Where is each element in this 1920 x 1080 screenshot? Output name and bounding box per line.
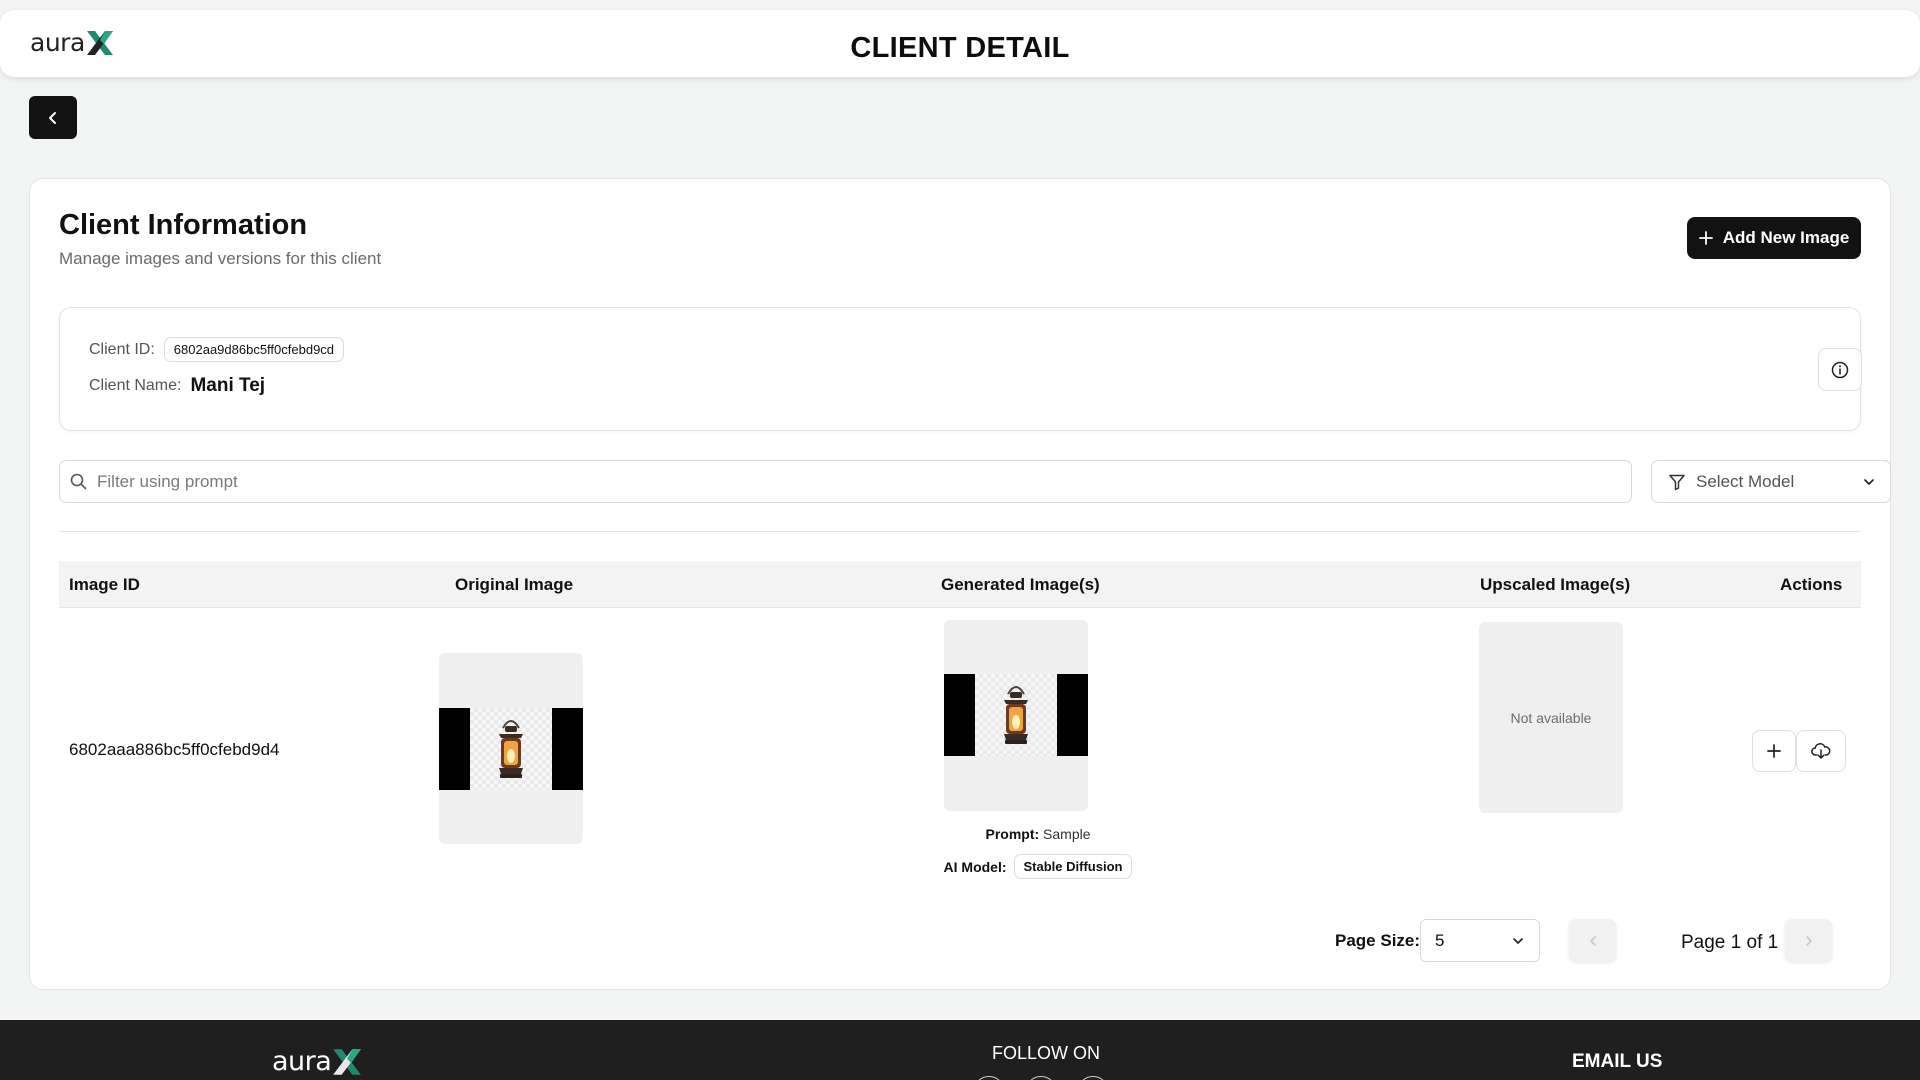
- footer-logo-wordmark: aura: [272, 1046, 332, 1077]
- back-button[interactable]: [29, 96, 77, 139]
- column-header-image-id: Image ID: [69, 575, 140, 594]
- chevron-left-icon: [49, 111, 56, 124]
- email-us-label: EMAIL US: [1572, 1051, 1663, 1072]
- social-icon[interactable]: [1077, 1076, 1109, 1080]
- social-icon[interactable]: [973, 1076, 1005, 1080]
- cloud-download-icon: [1811, 743, 1831, 759]
- follow-on-label: FOLLOW ON: [992, 1043, 1101, 1063]
- page-size-value: 5: [1435, 930, 1445, 950]
- next-page-button[interactable]: [1785, 919, 1832, 962]
- section-subtitle: Manage images and versions for this clie…: [59, 249, 382, 268]
- table-header: Image ID Original Image Generated Image(…: [59, 561, 1861, 608]
- info-button[interactable]: [1818, 348, 1862, 391]
- prompt-line: Prompt: Sample: [944, 826, 1132, 842]
- search-icon: [70, 473, 87, 490]
- chevron-left-icon: [1589, 935, 1596, 946]
- add-new-image-label: Add New Image: [1722, 228, 1850, 247]
- lantern-image: [439, 708, 583, 790]
- client-name-label: Client Name:: [89, 377, 182, 394]
- prompt-value: Sample: [1043, 826, 1091, 842]
- column-header-upscaled-images: Upscaled Image(s): [1480, 575, 1631, 594]
- section-title: Client Information: [59, 209, 308, 241]
- client-card: Client Information Manage images and ver…: [29, 178, 1891, 990]
- lantern-icon: [1004, 686, 1028, 744]
- plus-icon: [1698, 231, 1713, 245]
- page-indicator: Page 1 of 1: [1681, 932, 1779, 953]
- upscaled-image-placeholder: Not available: [1479, 622, 1623, 813]
- client-id-label: Client ID:: [89, 340, 155, 358]
- previous-page-button[interactable]: [1569, 919, 1616, 962]
- ai-model-label: AI Model:: [943, 858, 1007, 875]
- client-id-row: Client ID: 6802aa9d86bc5ff0cfebd9cd: [89, 337, 345, 362]
- client-info-box: Client ID: 6802aa9d86bc5ff0cfebd9cd Clie…: [59, 307, 1862, 431]
- ai-model-line: AI Model: Stable Diffusion: [914, 854, 1162, 879]
- download-button[interactable]: [1796, 730, 1846, 772]
- page-size-label: Page Size:: [1335, 931, 1421, 950]
- chevron-right-icon: [1805, 935, 1812, 946]
- chevron-down-icon: [1864, 478, 1874, 485]
- column-header-actions: Actions: [1780, 575, 1843, 594]
- model-select[interactable]: Select Model: [1651, 460, 1891, 503]
- image-id-cell: 6802aaa886bc5ff0cfebd9d4: [69, 740, 280, 759]
- original-image-thumbnail[interactable]: [439, 653, 583, 844]
- prompt-search-input[interactable]: [97, 461, 1631, 502]
- generated-image-thumbnail[interactable]: [944, 620, 1088, 811]
- info-icon: [1831, 361, 1849, 378]
- page-title: CLIENT DETAIL: [850, 32, 1070, 64]
- client-name-value: Mani Tej: [190, 375, 266, 396]
- add-version-button[interactable]: [1752, 730, 1796, 772]
- model-select-label: Select Model: [1696, 471, 1795, 491]
- filter-icon: [1669, 474, 1685, 490]
- divider: [59, 531, 1861, 532]
- footer-aurax-logo[interactable]: aura X: [272, 1046, 363, 1077]
- prompt-search-box: [59, 460, 1632, 503]
- page-size-select[interactable]: 5: [1420, 919, 1540, 962]
- chevron-down-icon: [1513, 937, 1523, 944]
- column-header-generated-images: Generated Image(s): [941, 575, 1100, 594]
- logo-x-mark-icon: [333, 1048, 362, 1075]
- prompt-label: Prompt:: [985, 826, 1040, 842]
- client-name-row: Client Name: Mani Tej: [89, 375, 265, 397]
- social-links: [973, 1076, 1109, 1080]
- ai-model-badge: Stable Diffusion: [1013, 854, 1133, 879]
- plus-icon: [1767, 744, 1781, 758]
- top-bar: aura X CLIENT DETAIL: [0, 10, 1920, 77]
- column-header-original-image: Original Image: [455, 575, 574, 594]
- social-icon[interactable]: [1025, 1076, 1057, 1080]
- lantern-icon: [499, 720, 523, 778]
- lantern-image: [944, 674, 1088, 756]
- add-new-image-button[interactable]: Add New Image: [1687, 217, 1861, 259]
- footer: aura X FOLLOW ON EMAIL US: [0, 1020, 1920, 1080]
- client-id-value: 6802aa9d86bc5ff0cfebd9cd: [163, 337, 345, 362]
